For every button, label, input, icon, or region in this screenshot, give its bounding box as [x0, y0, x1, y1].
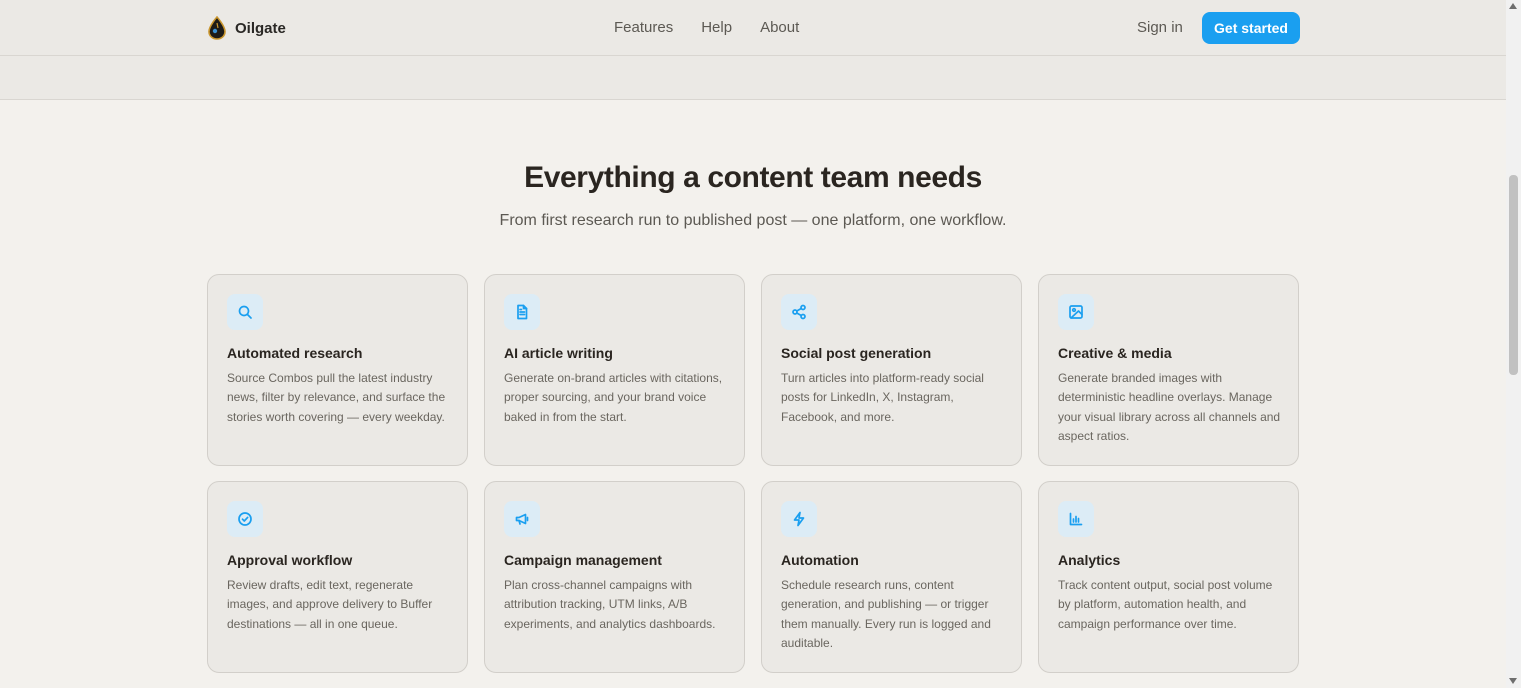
feature-description: Generate branded images with determinist… [1058, 371, 1281, 443]
feature-description: Track content output, social post volume… [1058, 578, 1273, 631]
feature-description: Generate on-brand articles with citation… [504, 371, 723, 424]
brand-logo[interactable]: Oilgate [207, 16, 286, 40]
feature-title: Automation [781, 552, 859, 568]
search-icon [227, 294, 263, 330]
feature-card-creative-media: Creative & media Generate branded images… [1038, 274, 1299, 466]
document-icon [504, 294, 540, 330]
feature-description: Plan cross-channel campaigns with attrib… [504, 578, 716, 631]
feature-card-social-post-generation: Social post generation Turn articles int… [761, 274, 1022, 466]
feature-description: Turn articles into platform-ready social… [781, 371, 984, 424]
section-subtitle: From first research run to published pos… [499, 212, 1007, 229]
share-icon [781, 294, 817, 330]
feature-card-automated-research: Automated research Source Combos pull th… [207, 274, 468, 466]
header-band [0, 56, 1506, 100]
main-nav: Features Help About [614, 19, 799, 36]
feature-description: Source Combos pull the latest industry n… [227, 371, 446, 424]
feature-title: Campaign management [504, 552, 662, 568]
get-started-button[interactable]: Get started [1202, 12, 1300, 44]
nav-about[interactable]: About [760, 19, 799, 36]
scroll-up-arrow-icon[interactable] [1509, 3, 1517, 9]
feature-card-analytics: Analytics Track content output, social p… [1038, 481, 1299, 673]
page: Oilgate Features Help About Sign in Get … [0, 0, 1506, 688]
feature-card-approval-workflow: Approval workflow Review drafts, edit te… [207, 481, 468, 673]
feature-card-ai-article-writing: AI article writing Generate on-brand art… [484, 274, 745, 466]
feature-description: Schedule research runs, content generati… [781, 578, 991, 650]
feature-title: Creative & media [1058, 345, 1172, 361]
bar-chart-icon [1058, 501, 1094, 537]
vertical-scrollbar[interactable] [1506, 0, 1521, 688]
feature-title: Social post generation [781, 345, 932, 361]
section-title: Everything a content team needs [524, 161, 982, 194]
scroll-down-arrow-icon[interactable] [1509, 678, 1517, 684]
feature-card-automation: Automation Schedule research runs, conte… [761, 481, 1022, 673]
feature-title: AI article writing [504, 345, 613, 361]
lightning-icon [781, 501, 817, 537]
sign-in-link[interactable]: Sign in [1137, 19, 1183, 36]
feature-card-campaign-management: Campaign management Plan cross-channel c… [484, 481, 745, 673]
feature-title: Approval workflow [227, 552, 353, 568]
feature-description: Review drafts, edit text, regenerate ima… [227, 578, 433, 631]
scrollbar-thumb[interactable] [1509, 175, 1518, 375]
top-navbar: Oilgate Features Help About Sign in Get … [0, 0, 1506, 56]
oil-drop-icon [208, 16, 226, 40]
brand-name: Oilgate [235, 19, 286, 37]
megaphone-icon [504, 501, 540, 537]
feature-title: Automated research [227, 345, 363, 361]
image-icon [1058, 294, 1094, 330]
nav-help[interactable]: Help [701, 19, 732, 36]
check-circle-icon [227, 501, 263, 537]
feature-title: Analytics [1058, 552, 1121, 568]
nav-features[interactable]: Features [614, 19, 673, 36]
